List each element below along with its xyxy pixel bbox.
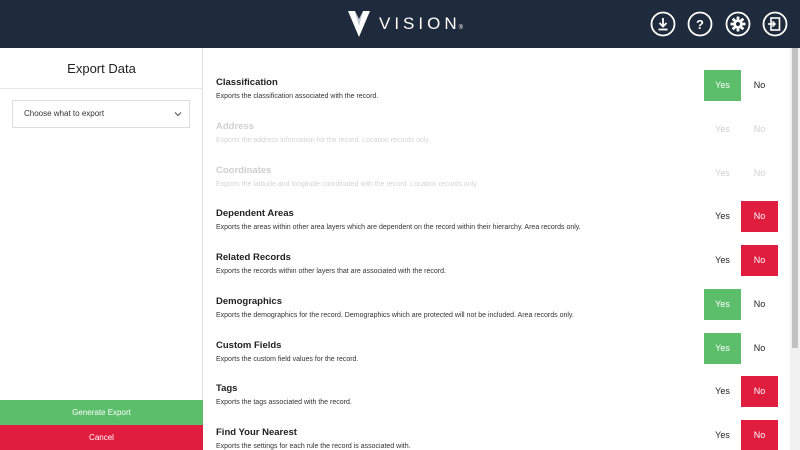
logout-icon[interactable] bbox=[762, 11, 788, 37]
download-icon[interactable] bbox=[650, 11, 676, 37]
sidebar-divider bbox=[0, 88, 203, 89]
chevron-down-icon bbox=[174, 112, 182, 117]
generate-export-button[interactable]: Generate Export bbox=[0, 400, 203, 425]
export-type-select[interactable]: Choose what to export bbox=[12, 100, 190, 128]
option-title: Find Your Nearest bbox=[216, 427, 297, 438]
yes-toggle-find-your-nearest[interactable]: Yes bbox=[704, 420, 741, 450]
export-options-list: Classification Exports the classification… bbox=[204, 48, 790, 450]
export-type-select-value: Choose what to export bbox=[24, 109, 105, 118]
option-title: Dependent Areas bbox=[216, 208, 294, 220]
export-option-address: Address Exports the address information f… bbox=[204, 96, 790, 144]
top-bar: VISION ® ? bbox=[0, 0, 800, 48]
brand-name: VISION bbox=[379, 14, 461, 33]
settings-gear-icon[interactable] bbox=[725, 11, 751, 37]
option-title: Classification bbox=[216, 77, 278, 88]
sidebar-title: Export Data bbox=[67, 61, 136, 76]
no-toggle-find-your-nearest[interactable]: No bbox=[741, 420, 778, 450]
export-option-find-your-nearest: Find Your Nearest Exports the settings fo… bbox=[204, 402, 790, 450]
scrollbar[interactable] bbox=[790, 48, 800, 450]
option-title: Related Records bbox=[216, 252, 291, 263]
export-option-demographics: Demographics Exports the demographics for… bbox=[204, 271, 790, 320]
svg-text:?: ? bbox=[696, 17, 704, 32]
help-icon[interactable]: ? bbox=[687, 11, 713, 37]
registered-mark: ® bbox=[458, 25, 464, 31]
export-option-tags: Tags Exports the tags associated with the… bbox=[204, 358, 790, 408]
option-title: Tags bbox=[216, 383, 238, 395]
export-option-classification: Classification Exports the classification… bbox=[204, 52, 790, 101]
vision-logo[interactable]: VISION ® bbox=[348, 10, 463, 38]
option-title: Coordinates bbox=[216, 164, 272, 176]
scrollbar-thumb[interactable] bbox=[792, 48, 798, 348]
export-option-custom-fields: Custom Fields Exports the custom field va… bbox=[204, 315, 790, 364]
cancel-button[interactable]: Cancel bbox=[0, 425, 203, 450]
export-option-related-records: Related Records Exports the records withi… bbox=[204, 227, 790, 276]
option-description: Exports the settings for each rule the r… bbox=[216, 443, 411, 450]
option-title: Address bbox=[216, 120, 255, 132]
option-title: Demographics bbox=[216, 295, 282, 307]
export-option-dependent-areas: Dependent Areas Exports the areas within … bbox=[204, 183, 790, 233]
option-title: Custom Fields bbox=[216, 339, 282, 351]
export-option-coordinates: Coordinates Exports the latitude and long… bbox=[204, 140, 790, 188]
vision-v-logo-icon bbox=[348, 11, 370, 37]
export-sidebar: Export Data Choose what to export Genera… bbox=[0, 48, 203, 450]
